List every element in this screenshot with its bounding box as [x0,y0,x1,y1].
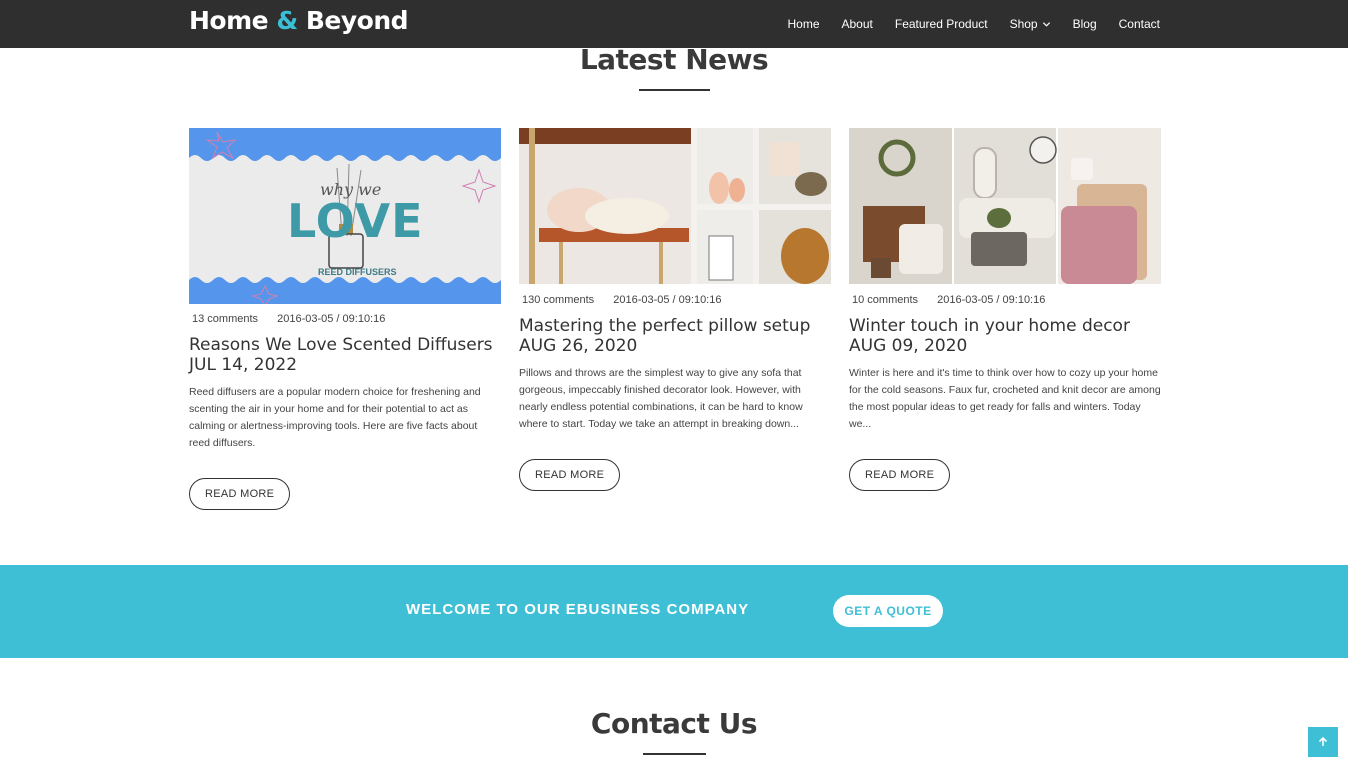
card-excerpt: Winter is here and it's time to think ov… [849,367,1161,430]
card-title-text: Mastering the perfect pillow setup [519,316,811,336]
comments-count[interactable]: 13 comments [192,313,258,325]
arrow-up-icon [1318,736,1328,746]
card-title[interactable]: Reasons We Love Scented Diffusers JUL 14… [189,335,501,375]
title-underline [639,89,710,91]
nav-blog[interactable]: Blog [1073,17,1097,31]
winter-decor-photo [849,128,1161,284]
image-love-text: LOVE [287,194,424,248]
card-title-text: Winter touch in your home decor [849,316,1130,336]
card-image-diffusers[interactable]: why we LOVE REED DIFFUSERS [189,128,501,304]
title-underline [643,753,706,755]
news-card-2: 130 comments 2016-03-05 / 09:10:16 Maste… [519,128,831,491]
banner-text: WELCOME TO OUR EBUSINESS COMPANY [406,601,750,618]
section-title-news: Latest News [579,43,769,76]
card-meta: 10 comments 2016-03-05 / 09:10:16 [849,294,1161,306]
nav-shop[interactable]: Shop [1010,17,1051,31]
card-meta: 13 comments 2016-03-05 / 09:10:16 [189,313,501,325]
nav-contact[interactable]: Contact [1119,17,1160,31]
pillow-photo [519,128,831,284]
card-title-text: Reasons We Love Scented Diffusers [189,335,493,355]
cta-banner: WELCOME TO OUR EBUSINESS COMPANY GET A Q… [0,565,1348,658]
read-more-button[interactable]: READ MORE [189,478,291,510]
scroll-top-button[interactable] [1308,727,1338,757]
comments-count[interactable]: 10 comments [852,294,918,306]
card-meta: 130 comments 2016-03-05 / 09:10:16 [519,294,831,306]
card-date: AUG 26, 2020 [519,336,638,356]
logo-part1: Home [189,6,269,35]
comments-count[interactable]: 130 comments [522,294,594,306]
main-nav: Home About Featured Product Shop Blog Co… [787,0,1160,48]
logo-amp: & [276,6,298,35]
chevron-down-icon [1042,21,1050,27]
card-image-pillows[interactable] [519,128,831,284]
logo-part2: Beyond [305,6,409,35]
image-subtitle-text: REED DIFFUSERS [318,267,397,277]
nav-about[interactable]: About [842,17,873,31]
nav-shop-label: Shop [1009,17,1038,31]
card-excerpt: Reed diffusers are a popular modern choi… [189,386,481,449]
site-logo[interactable]: Home & Beyond [189,6,409,35]
read-more-button[interactable]: READ MORE [849,459,951,491]
read-more-button[interactable]: READ MORE [519,459,621,491]
news-card-1: why we LOVE REED DIFFUSERS 13 comments 2… [189,128,501,510]
post-datetime: 2016-03-05 / 09:10:16 [277,313,386,325]
section-title-contact: Contact Us [590,707,758,740]
card-image-winter[interactable] [849,128,1161,284]
news-card-3: 10 comments 2016-03-05 / 09:10:16 Winter… [849,128,1161,491]
post-datetime: 2016-03-05 / 09:10:16 [613,294,722,306]
card-date: AUG 09, 2020 [849,336,968,356]
card-title[interactable]: Mastering the perfect pillow setup AUG 2… [519,316,831,356]
site-header: Home & Beyond Home About Featured Produc… [0,0,1348,48]
card-excerpt: Pillows and throws are the simplest way … [519,367,803,430]
nav-featured-product[interactable]: Featured Product [895,17,988,31]
nav-home[interactable]: Home [787,17,819,31]
get-quote-button[interactable]: GET A QUOTE [833,595,943,627]
post-datetime: 2016-03-05 / 09:10:16 [937,294,1046,306]
card-date: JUL 14, 2022 [189,355,298,375]
card-title[interactable]: Winter touch in your home decor AUG 09, … [849,316,1161,356]
